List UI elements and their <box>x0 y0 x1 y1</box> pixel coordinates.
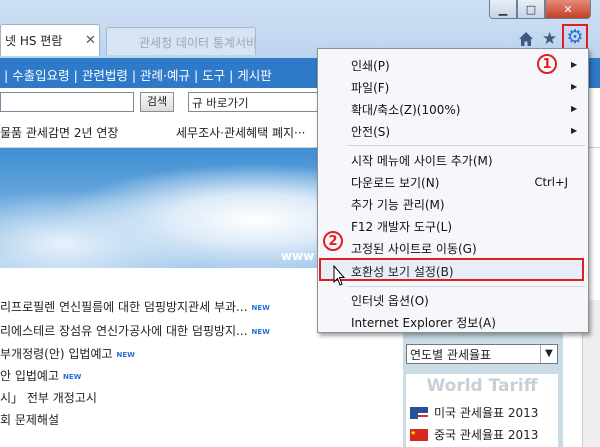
new-badge: NEW <box>251 304 270 312</box>
submenu-arrow-icon: ▶ <box>571 126 578 135</box>
quick-link-select[interactable]: 규 바로가기 <box>188 92 318 112</box>
tariff-link-cn[interactable]: ★ 중국 관세율표 2013 <box>410 426 538 443</box>
tab-inactive[interactable]: 관세청 데이터 통계서비스 <box>106 27 256 55</box>
window-controls: ▁ □ ✕ <box>489 0 597 20</box>
menu-item-addons[interactable]: 추가 기능 관리(M) <box>351 196 445 213</box>
gear-icon[interactable]: ⚙ <box>566 27 583 47</box>
notice-text[interactable]: 부개정령(안) 입법예고 <box>0 347 113 361</box>
home-icon[interactable] <box>518 31 534 47</box>
tariff-label[interactable]: 미국 관세율표 2013 <box>434 404 538 421</box>
tab-close-icon[interactable]: ✕ <box>85 33 99 48</box>
news-item[interactable]: 물품 관세감면 2년 연장 <box>0 124 118 141</box>
menu-item-safety[interactable]: 안전(S) <box>351 123 390 140</box>
notice-text[interactable]: 안 입법예고 <box>0 369 59 383</box>
annotation-step-2: 2 <box>323 231 343 251</box>
menu-item-internet-options[interactable]: 인터넷 옵션(O) <box>351 292 429 309</box>
favorites-star-icon[interactable]: ★ <box>542 29 557 49</box>
close-window-button[interactable]: ✕ <box>545 0 591 19</box>
notice-text[interactable]: 리프로필렌 연신필름에 대한 덤핑방지관세 부과... <box>0 300 248 314</box>
minimize-button[interactable]: ▁ <box>489 0 517 19</box>
search-input[interactable] <box>0 92 134 112</box>
new-badge: NEW <box>116 351 135 359</box>
world-tariff-title: World Tariff <box>426 376 538 396</box>
menu-item-about-ie[interactable]: Internet Explorer 정보(A) <box>351 314 496 331</box>
new-badge: NEW <box>63 373 82 381</box>
submenu-arrow-icon: ▶ <box>571 60 578 69</box>
chevron-down-icon[interactable]: ▼ <box>540 345 557 363</box>
search-button[interactable]: 검색 <box>140 92 174 112</box>
banner-url-text: www <box>281 249 315 263</box>
menu-item-compat-view[interactable]: 호환성 보기 설정(B) <box>351 263 454 280</box>
mouse-cursor-icon <box>333 265 345 286</box>
select-value: 연도별 관세율표 <box>410 347 492 362</box>
menu-item-print[interactable]: 인쇄(P) <box>351 57 390 74</box>
submenu-arrow-icon: ▶ <box>571 82 578 91</box>
notice-row[interactable]: 리프로필렌 연신필름에 대한 덤핑방지관세 부과... NEW <box>0 298 270 315</box>
tab-title: 넷 HS 편람 <box>5 34 63 48</box>
menu-item-compat-view-highlight[interactable]: 호환성 보기 설정(B) <box>319 258 584 281</box>
menu-item-zoom[interactable]: 확대/축소(Z)(100%) <box>351 101 460 118</box>
menu-item-pinned-sites[interactable]: 고정된 사이트로 이동(G) <box>351 240 477 257</box>
menu-separator <box>347 145 585 146</box>
tariff-link-us[interactable]: 미국 관세율표 2013 <box>410 404 538 421</box>
notice-row[interactable]: 시」 전부 개정고시 <box>0 389 97 406</box>
menu-separator <box>347 286 585 287</box>
notice-row[interactable]: 부개정령(안) 입법예고 NEW <box>0 345 135 362</box>
notice-text[interactable]: 리에스테르 장섬유 연신가공사에 대한 덤핑방지... <box>0 324 248 338</box>
us-flag-icon <box>410 406 428 419</box>
menu-item-file[interactable]: 파일(F) <box>351 79 389 96</box>
annotation-step-1: 1 <box>537 54 557 74</box>
menu-shortcut: Ctrl+J <box>534 175 569 189</box>
menu-item-devtools[interactable]: F12 개발자 도구(L) <box>351 218 452 235</box>
menu-item-add-to-start[interactable]: 시작 메뉴에 사이트 추가(M) <box>351 152 493 169</box>
tools-menu: 인쇄(P) ▶ 파일(F) ▶ 확대/축소(Z)(100%) ▶ 안전(S) ▶… <box>317 48 589 333</box>
banner-image <box>0 148 320 268</box>
new-badge: NEW <box>251 328 270 336</box>
notice-text[interactable]: 시」 전부 개정고시 <box>0 391 97 405</box>
tools-gear-highlight[interactable]: ⚙ <box>562 24 588 50</box>
notice-row[interactable]: 회 문제해설 <box>0 411 59 428</box>
cn-flag-icon: ★ <box>410 428 428 441</box>
tab-active[interactable]: 넷 HS 편람 ✕ <box>0 24 100 56</box>
year-tariff-select[interactable]: 연도별 관세율표 ▼ <box>406 344 558 364</box>
news-item[interactable]: 세무조사·관세혜택 폐지··· <box>176 124 305 141</box>
tariff-label[interactable]: 중국 관세율표 2013 <box>434 426 538 443</box>
notice-text[interactable]: 회 문제해설 <box>0 413 59 427</box>
menu-item-downloads[interactable]: 다운로드 보기(N) <box>351 174 439 191</box>
submenu-arrow-icon: ▶ <box>571 104 578 113</box>
site-nav-links[interactable]: | 수출입요령 | 관련법령 | 관례·예규 | 도구 | 게시판 <box>4 65 272 84</box>
notice-row[interactable]: 리에스테르 장섬유 연신가공사에 대한 덤핑방지... NEW <box>0 322 270 339</box>
maximize-button[interactable]: □ <box>517 0 545 19</box>
notice-row[interactable]: 안 입법예고 NEW <box>0 367 81 384</box>
